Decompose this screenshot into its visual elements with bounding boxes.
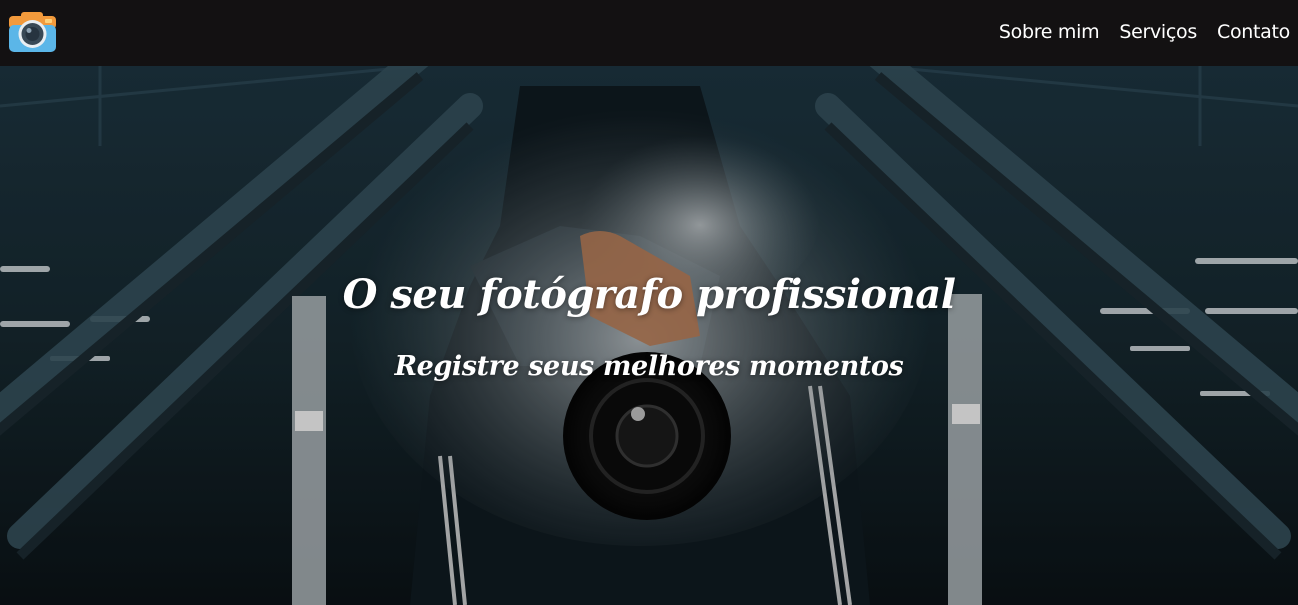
- nav-link-contact[interactable]: Contato: [1217, 21, 1290, 43]
- hero-subtitle: Registre seus melhores momentos: [394, 351, 904, 382]
- hero-overlay: [0, 66, 1298, 605]
- nav-link-about[interactable]: Sobre mim: [999, 21, 1100, 43]
- hero-section: O seu fotógrafo profissional Registre se…: [0, 66, 1298, 605]
- home-logo-link[interactable]: [7, 10, 58, 53]
- hero-title: O seu fotógrafo profissional: [342, 271, 956, 318]
- camera-icon: [9, 11, 56, 52]
- nav-link-services[interactable]: Serviços: [1119, 21, 1197, 43]
- nav-menu: Sobre mim Serviços Contato: [999, 21, 1290, 43]
- navbar: Sobre mim Serviços Contato: [0, 0, 1298, 66]
